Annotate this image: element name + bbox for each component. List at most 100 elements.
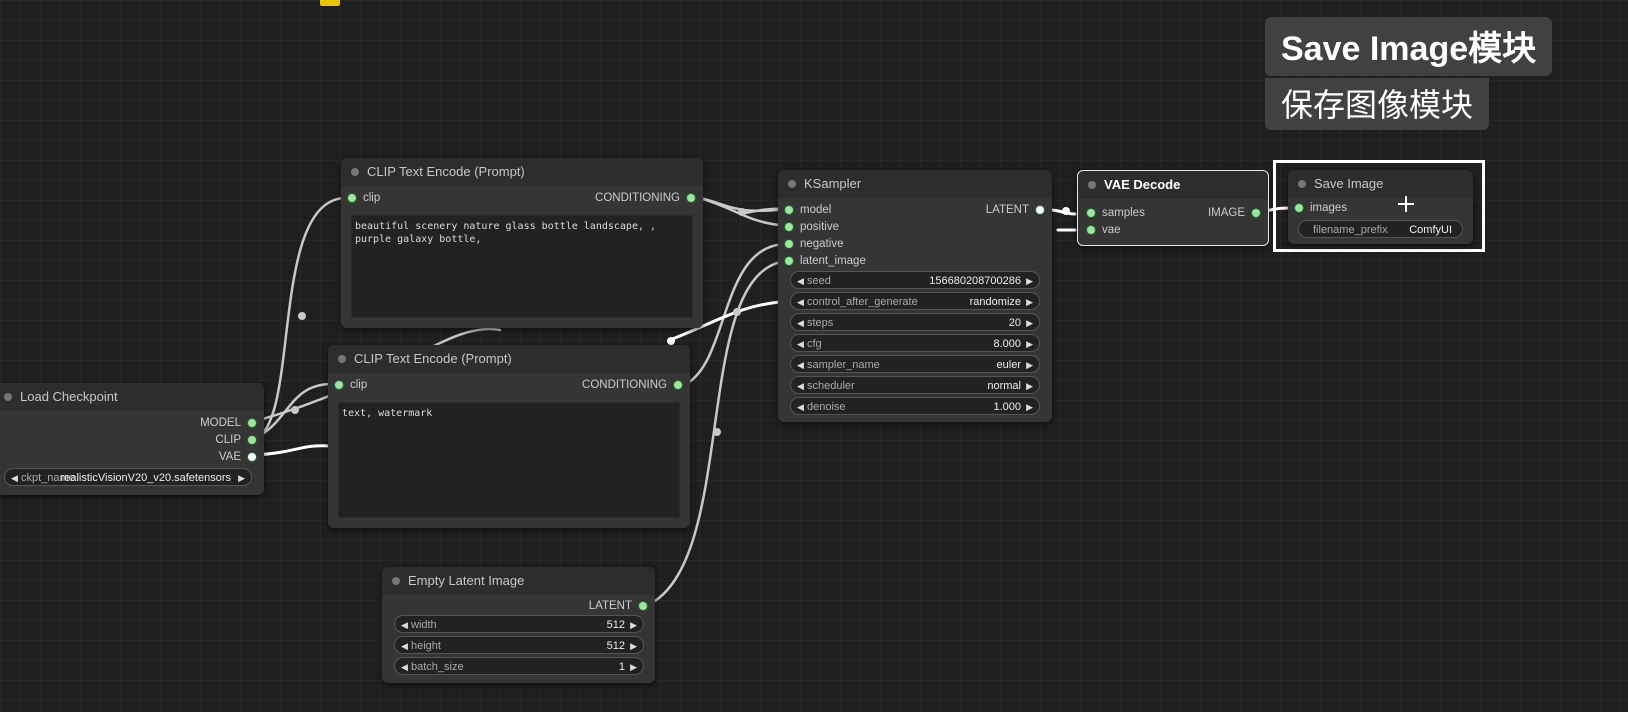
slot-dot[interactable] — [248, 453, 256, 461]
node-title[interactable]: Save Image — [1288, 170, 1473, 198]
arrow-left-icon[interactable]: ◀ — [797, 356, 804, 374]
collapse-dot[interactable] — [392, 577, 400, 585]
prompt-textarea[interactable]: text, watermark — [338, 402, 680, 518]
arrow-right-icon[interactable]: ▶ — [1026, 398, 1033, 416]
slot-dot[interactable] — [785, 240, 793, 248]
clip-text-encode-positive-node[interactable]: CLIP Text Encode (Prompt) clip CONDITION… — [341, 158, 703, 328]
input-samples[interactable]: samples — [1087, 205, 1145, 221]
node-title[interactable]: KSampler — [778, 170, 1052, 198]
reroute-dot — [667, 337, 675, 345]
slot-dot[interactable] — [1087, 226, 1095, 234]
reroute-dot — [733, 308, 741, 316]
vae-decode-node[interactable]: VAE Decode samples vae IMAGE — [1077, 170, 1269, 246]
input-model[interactable]: model — [785, 202, 831, 218]
output-clip[interactable]: CLIP — [215, 432, 256, 448]
output-conditioning[interactable]: CONDITIONING — [582, 377, 682, 393]
link-clip-negative — [254, 382, 334, 440]
arrow-right-icon[interactable]: ▶ — [1026, 293, 1033, 311]
clip-text-encode-negative-node[interactable]: CLIP Text Encode (Prompt) clip CONDITION… — [328, 345, 690, 528]
slot-dot[interactable] — [785, 223, 793, 231]
steps-widget[interactable]: ◀ steps 20 ▶ — [790, 313, 1040, 331]
control-after-generate-widget[interactable]: ◀ control_after_generate randomize ▶ — [790, 292, 1040, 310]
arrow-right-icon[interactable]: ▶ — [238, 469, 245, 487]
output-latent[interactable]: LATENT — [589, 598, 647, 614]
ckpt-name-combo[interactable]: ◀ ckpt_name realisticVisionV20_v20.safet… — [4, 468, 252, 486]
input-latent-image[interactable]: latent_image — [785, 253, 866, 269]
slot-dot[interactable] — [335, 381, 343, 389]
arrow-left-icon[interactable]: ◀ — [401, 658, 408, 676]
slot-dot[interactable] — [1036, 206, 1044, 214]
slot-dot[interactable] — [348, 194, 356, 202]
output-vae[interactable]: VAE — [219, 449, 256, 465]
slot-dot[interactable] — [785, 206, 793, 214]
node-title[interactable]: Load Checkpoint — [0, 383, 264, 411]
input-clip[interactable]: clip — [348, 190, 380, 206]
arrow-left-icon[interactable]: ◀ — [797, 293, 804, 311]
cfg-widget[interactable]: ◀ cfg 8.000 ▶ — [790, 334, 1040, 352]
title-text: CLIP Text Encode (Prompt) — [367, 164, 525, 179]
input-vae[interactable]: vae — [1087, 222, 1121, 238]
input-negative[interactable]: negative — [785, 236, 843, 252]
arrow-left-icon[interactable]: ◀ — [401, 616, 408, 634]
input-positive[interactable]: positive — [785, 219, 839, 235]
filename-prefix-widget[interactable]: filename_prefix ComfyUI — [1298, 220, 1463, 238]
ksampler-node[interactable]: KSampler model positive negative latent_… — [778, 170, 1052, 422]
slot-dot[interactable] — [785, 257, 793, 265]
batch-size-widget[interactable]: ◀ batch_size 1 ▶ — [394, 657, 644, 675]
collapse-dot[interactable] — [4, 393, 12, 401]
slot-dot[interactable] — [1087, 209, 1095, 217]
link-vae — [254, 444, 334, 457]
node-title[interactable]: VAE Decode — [1078, 171, 1268, 199]
collapse-dot[interactable] — [788, 180, 796, 188]
node-title[interactable]: Empty Latent Image — [382, 567, 655, 595]
prompt-textarea[interactable]: beautiful scenery nature glass bottle la… — [351, 215, 693, 318]
arrow-right-icon[interactable]: ▶ — [1026, 377, 1033, 395]
load-checkpoint-node[interactable]: Load Checkpoint MODEL CLIP VAE ◀ ckpt_na… — [0, 383, 264, 495]
arrow-right-icon[interactable]: ▶ — [1026, 335, 1033, 353]
slot-dot[interactable] — [1252, 209, 1260, 217]
node-title[interactable]: CLIP Text Encode (Prompt) — [328, 345, 690, 373]
arrow-right-icon[interactable]: ▶ — [1026, 314, 1033, 332]
arrow-right-icon[interactable]: ▶ — [630, 658, 637, 676]
seed-widget[interactable]: ◀ seed 156680208700286 ▶ — [790, 271, 1040, 289]
arrow-left-icon[interactable]: ◀ — [797, 398, 804, 416]
arrow-right-icon[interactable]: ▶ — [630, 616, 637, 634]
slot-dot[interactable] — [248, 436, 256, 444]
node-title[interactable]: CLIP Text Encode (Prompt) — [341, 158, 703, 186]
height-widget[interactable]: ◀ height 512 ▶ — [394, 636, 644, 654]
denoise-widget[interactable]: ◀ denoise 1.000 ▶ — [790, 397, 1040, 415]
slot-dot[interactable] — [674, 381, 682, 389]
scheduler-widget[interactable]: ◀ scheduler normal ▶ — [790, 376, 1040, 394]
slot-dot[interactable] — [248, 419, 256, 427]
output-latent[interactable]: LATENT — [986, 202, 1044, 218]
title-text: KSampler — [804, 176, 862, 191]
input-clip[interactable]: clip — [335, 377, 367, 393]
arrow-left-icon[interactable]: ◀ — [401, 637, 408, 655]
crosshair-cursor-icon — [1398, 196, 1414, 212]
width-widget[interactable]: ◀ width 512 ▶ — [394, 615, 644, 633]
slot-dot[interactable] — [639, 602, 647, 610]
arrow-right-icon[interactable]: ▶ — [1026, 272, 1033, 290]
reroute-dot — [298, 312, 306, 320]
collapse-dot[interactable] — [351, 168, 359, 176]
output-image[interactable]: IMAGE — [1208, 205, 1260, 221]
save-image-node[interactable]: Save Image images filename_prefix ComfyU… — [1288, 170, 1473, 244]
slot-dot[interactable] — [687, 194, 695, 202]
title-text: Empty Latent Image — [408, 573, 525, 588]
arrow-left-icon[interactable]: ◀ — [797, 335, 804, 353]
sampler-name-widget[interactable]: ◀ sampler_name euler ▶ — [790, 355, 1040, 373]
input-images[interactable]: images — [1295, 200, 1347, 216]
collapse-dot[interactable] — [1298, 180, 1306, 188]
arrow-left-icon[interactable]: ◀ — [797, 272, 804, 290]
output-model[interactable]: MODEL — [200, 415, 256, 431]
empty-latent-image-node[interactable]: Empty Latent Image LATENT ◀ width 512 ▶ ◀ he… — [382, 567, 655, 683]
collapse-dot[interactable] — [338, 355, 346, 363]
arrow-right-icon[interactable]: ▶ — [630, 637, 637, 655]
arrow-left-icon[interactable]: ◀ — [797, 377, 804, 395]
output-conditioning[interactable]: CONDITIONING — [595, 190, 695, 206]
arrow-right-icon[interactable]: ▶ — [1026, 356, 1033, 374]
slot-dot[interactable] — [1295, 204, 1303, 212]
arrow-left-icon[interactable]: ◀ — [797, 314, 804, 332]
collapse-dot[interactable] — [1088, 181, 1096, 189]
arrow-left-icon[interactable]: ◀ — [11, 469, 18, 487]
